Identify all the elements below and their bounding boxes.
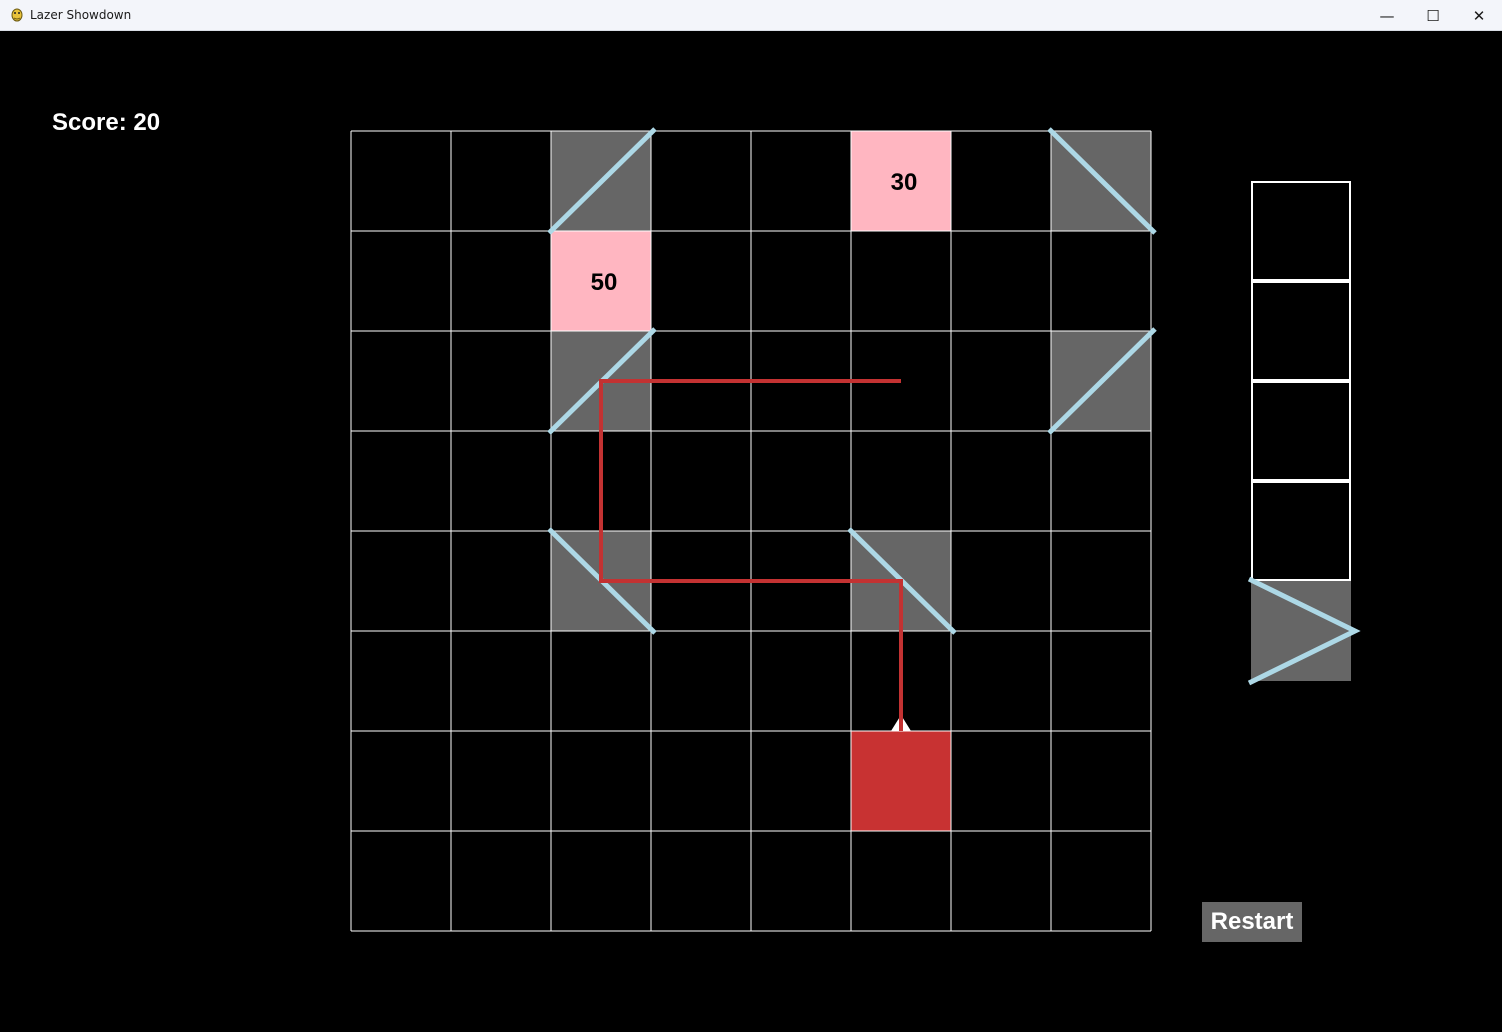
target-value: 50 [591, 269, 618, 296]
inventory-slot[interactable] [1251, 381, 1351, 481]
window-title: Lazer Showdown [30, 8, 132, 22]
inventory-item-mirror[interactable] [1251, 581, 1351, 681]
inventory-slot[interactable] [1251, 481, 1351, 581]
laser-emitter[interactable] [851, 731, 951, 831]
minimize-icon: — [1379, 6, 1395, 25]
game-canvas: Score: 20 30 50 Restart [1, 31, 1501, 1031]
close-icon: ✕ [1472, 6, 1486, 25]
close-button[interactable]: ✕ [1456, 0, 1502, 31]
restart-button[interactable]: Restart [1202, 902, 1302, 942]
title-bar: Lazer Showdown — ☐ ✕ [0, 0, 1502, 31]
inventory-slot[interactable] [1251, 181, 1351, 281]
minimize-button[interactable]: — [1364, 0, 1410, 31]
inventory-slot[interactable] [1251, 281, 1351, 381]
pygame-snake-icon [11, 8, 23, 22]
maximize-icon: ☐ [1426, 6, 1440, 25]
game-board[interactable]: 30 50 [1, 31, 1501, 1031]
target-value: 30 [891, 169, 918, 196]
maximize-button[interactable]: ☐ [1410, 0, 1456, 31]
